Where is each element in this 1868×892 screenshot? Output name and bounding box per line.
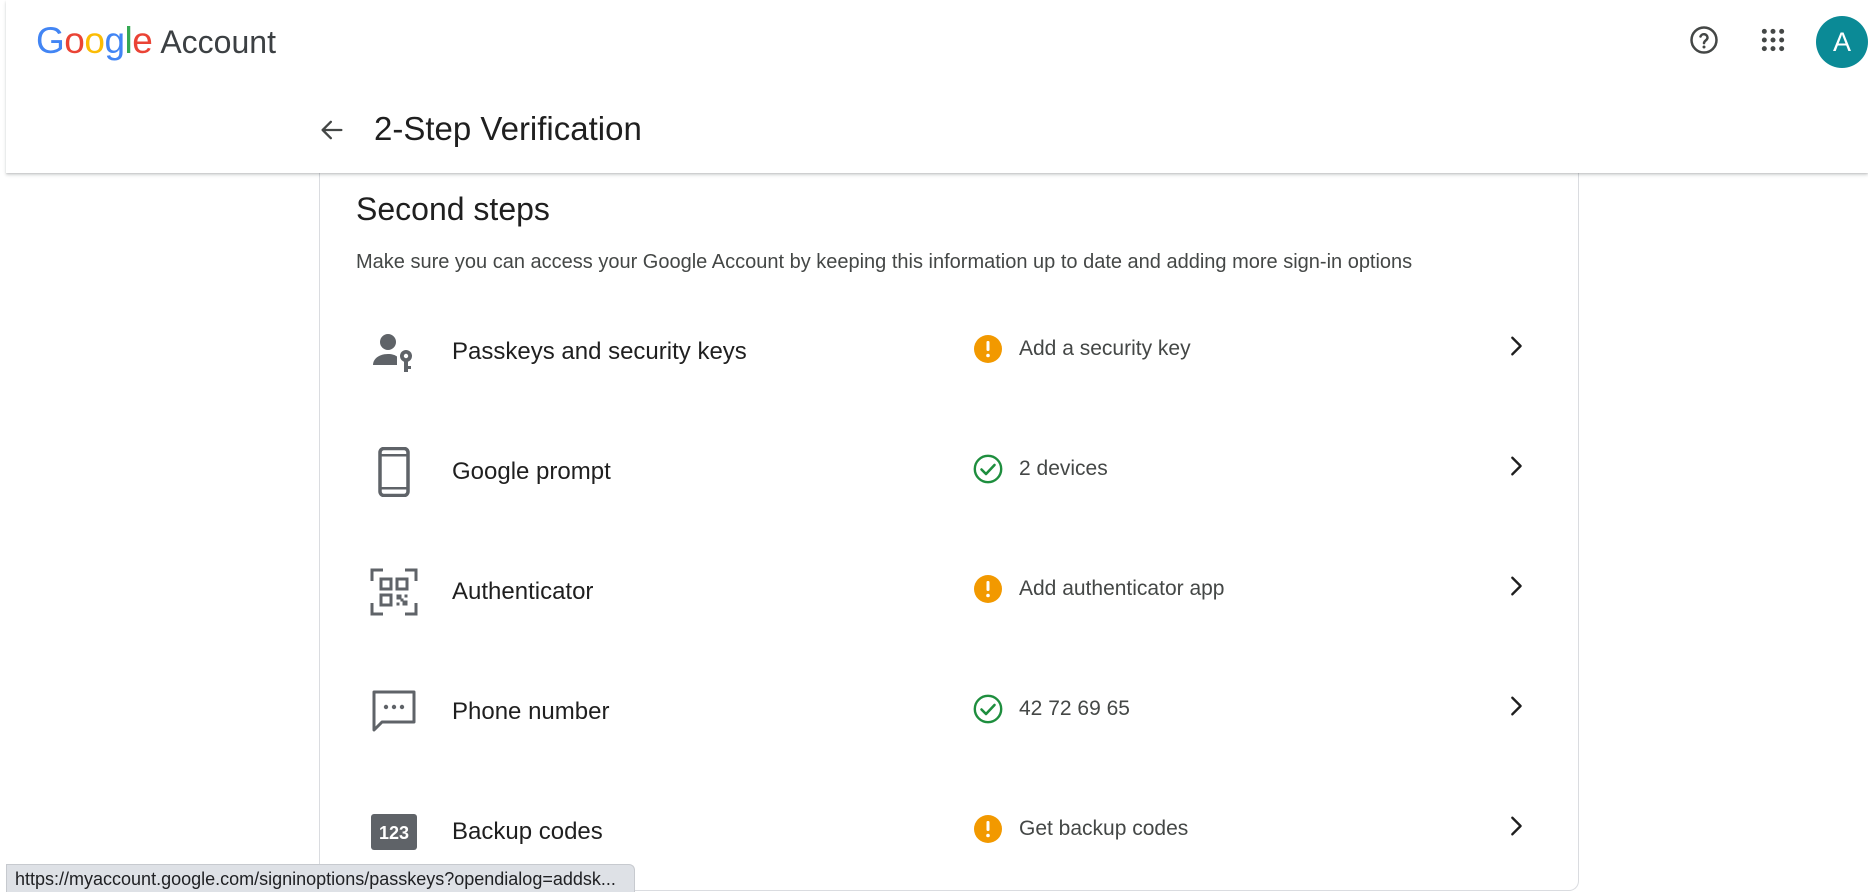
- section-description: Make sure you can access your Google Acc…: [356, 251, 1413, 273]
- chevron-right-icon: [1500, 450, 1532, 482]
- smartphone-icon: [370, 447, 418, 497]
- second-steps-card: Second steps Make sure you can access yo…: [319, 150, 1579, 891]
- sms-icon: [370, 688, 418, 736]
- warning-icon: [973, 334, 1003, 364]
- google-wordmark: Google: [36, 20, 153, 61]
- status-text: Add a security key: [1019, 337, 1191, 360]
- account-avatar[interactable]: A: [1816, 16, 1868, 68]
- option-status: 2 devices: [973, 454, 1108, 484]
- chevron-right-icon: [1500, 570, 1532, 602]
- header-actions: A: [1678, 16, 1868, 68]
- check-circle-icon: [973, 694, 1003, 724]
- status-text: 42 72 69 65: [1019, 697, 1130, 720]
- arrow-back-icon: [318, 116, 346, 149]
- option-status: 42 72 69 65: [973, 694, 1130, 724]
- pin-123-icon: 123: [370, 808, 418, 856]
- status-text: Get backup codes: [1019, 817, 1189, 840]
- status-text: 2 devices: [1019, 457, 1108, 480]
- app-header: Google Account A 2-Step Verification: [6, 0, 1868, 173]
- option-status: Get backup codes: [973, 814, 1188, 844]
- option-label: Phone number: [452, 698, 610, 725]
- section-title: Second steps: [356, 191, 550, 227]
- option-phone-number[interactable]: Phone number 42 72 69 65: [320, 660, 1578, 780]
- help-button[interactable]: [1678, 16, 1730, 68]
- chevron-right-icon: [1500, 330, 1532, 362]
- option-status: Add authenticator app: [973, 574, 1225, 604]
- help-circle-icon: [1689, 25, 1719, 60]
- page-title: 2-Step Verification: [374, 110, 642, 147]
- svg-text:123: 123: [379, 823, 409, 843]
- warning-icon: [973, 574, 1003, 604]
- account-word: Account: [160, 24, 276, 60]
- chevron-right-icon: [1500, 690, 1532, 722]
- sign-in-options-list: Passkeys and security keys Add a securit…: [320, 300, 1578, 892]
- check-circle-icon: [973, 454, 1003, 484]
- back-button[interactable]: [308, 108, 356, 156]
- warning-icon: [973, 814, 1003, 844]
- option-label: Passkeys and security keys: [452, 338, 747, 365]
- option-label: Authenticator: [452, 578, 594, 605]
- google-apps-button[interactable]: [1747, 16, 1799, 68]
- chevron-right-icon: [1500, 810, 1532, 842]
- google-account-logo[interactable]: Google Account: [36, 20, 276, 62]
- link-preview-status-bar: https://myaccount.google.com/signinoptio…: [6, 864, 635, 892]
- status-text: Add authenticator app: [1019, 577, 1225, 600]
- option-passkeys[interactable]: Passkeys and security keys Add a securit…: [320, 300, 1578, 420]
- person-key-icon: [370, 328, 418, 376]
- option-status: Add a security key: [973, 334, 1191, 364]
- qr-code-scanner-icon: [370, 568, 418, 616]
- page: Google Account A 2-Step Verification Sec…: [0, 0, 1868, 892]
- page-subheader: 2-Step Verification: [6, 100, 1868, 164]
- apps-grid-icon: [1760, 27, 1786, 58]
- option-authenticator[interactable]: Authenticator Add authenticator app: [320, 540, 1578, 660]
- option-label: Google prompt: [452, 458, 611, 485]
- option-google-prompt[interactable]: Google prompt 2 devices: [320, 420, 1578, 540]
- option-label: Backup codes: [452, 818, 603, 845]
